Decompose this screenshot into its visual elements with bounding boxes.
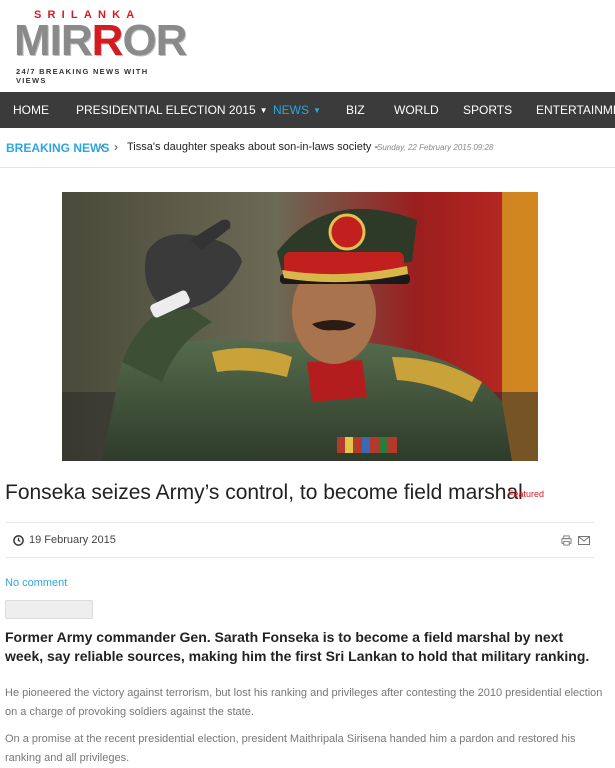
share-widget-placeholder[interactable] [5, 600, 93, 619]
logo-wordmark-accent: R [91, 16, 124, 65]
nav-label: HOME [13, 103, 49, 117]
chevron-left-icon[interactable]: ‹ [100, 140, 104, 154]
nav-item-sports[interactable]: SPORTS [463, 92, 512, 128]
nav-label: PRESIDENTIAL ELECTION 2015 [76, 103, 256, 117]
nav-item-biz[interactable]: BIZ [346, 92, 365, 128]
nav-item-entertainment[interactable]: ENTERTAINMENT [536, 92, 615, 128]
nav-item-world[interactable]: WORLD [394, 92, 439, 128]
hero-photo [62, 192, 538, 461]
site-header: SRILANKA MIRROR 24/7 BREAKING NEWS WITH … [0, 0, 615, 92]
mail-icon[interactable] [578, 535, 590, 546]
site-logo[interactable]: SRILANKA MIRROR 24/7 BREAKING NEWS WITH … [14, 9, 187, 85]
chevron-right-icon[interactable]: › [114, 140, 118, 154]
logo-tagline: 24/7 BREAKING NEWS WITH VIEWS [16, 67, 149, 85]
article-paragraph: He pioneered the victory against terrori… [5, 687, 603, 718]
article-lead: Former Army commander Gen. Sarath Fonsek… [5, 629, 590, 664]
nav-item-news[interactable]: NEWS ▼ [273, 92, 321, 128]
nav-label: ENTERTAINMENT [536, 103, 615, 117]
article-paragraph: On a promise at the recent presidential … [5, 733, 576, 764]
breaking-news-bar: BREAKING NEWS ‹ › Tissa's daughter speak… [0, 128, 615, 168]
main-nav: HOME PRESIDENTIAL ELECTION 2015 ▼ NEWS ▼ B… [0, 92, 615, 128]
breaking-news-headline[interactable]: Tissa's daughter speaks about son-in-law… [127, 141, 378, 153]
chevron-down-icon: ▼ [259, 106, 268, 115]
logo-wordmark-left: MIR [14, 16, 93, 65]
clock-icon [13, 535, 24, 546]
chevron-down-icon: ▼ [313, 106, 321, 115]
article-date: 19 February 2015 [29, 534, 116, 546]
logo-wordmark: MIRROR [14, 16, 187, 65]
featured-badge: Featured [508, 489, 545, 499]
nav-item-home[interactable]: HOME [13, 92, 49, 128]
breaking-news-label: BREAKING NEWS [6, 141, 110, 155]
article-hero-image [62, 192, 538, 461]
nav-label: SPORTS [463, 103, 513, 117]
print-icon[interactable] [561, 535, 572, 546]
nav-label: WORLD [394, 103, 439, 117]
nav-label: BIZ [346, 103, 365, 117]
nav-item-presidential-election[interactable]: PRESIDENTIAL ELECTION 2015 ▼ [76, 92, 268, 128]
article-title: Fonseka seizes Army’s control, to become… [5, 481, 523, 504]
logo-wordmark-right: OR [122, 16, 187, 65]
breaking-news-date: Sunday, 22 February 2015 09:28 [377, 143, 494, 152]
comments-link[interactable]: No comment [5, 577, 67, 589]
article-meta: 19 February 2015 [5, 522, 595, 558]
nav-label: NEWS [273, 103, 309, 117]
